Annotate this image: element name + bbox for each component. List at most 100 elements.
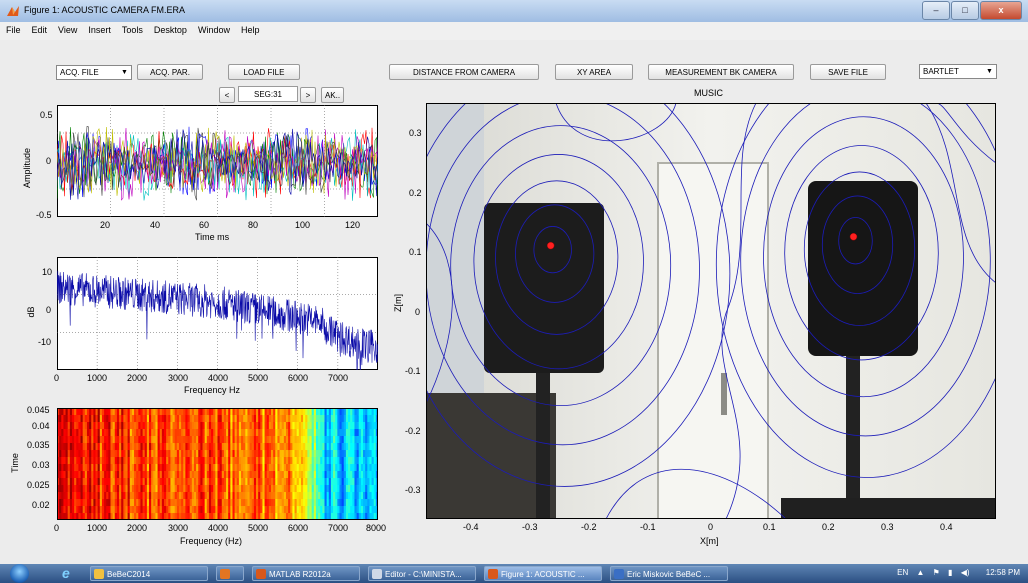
spec-xtick-3: 2000: [127, 373, 148, 383]
taskbar-item-editor[interactable]: Editor - C:\MINISTA...: [368, 566, 476, 581]
taskbar-item-bebec2014[interactable]: BeBeC2014: [90, 566, 208, 581]
spec-xtick-6: 5000: [248, 373, 269, 383]
media-icon: [220, 569, 230, 579]
menu-tools[interactable]: Tools: [116, 22, 148, 35]
minimize-button[interactable]: –: [922, 1, 950, 20]
taskbar-label: Eric Miskovic BeBeC ...: [627, 570, 711, 579]
method-select[interactable]: BARTLET ▼: [919, 64, 997, 79]
spec-xtick-5: 4000: [208, 373, 229, 383]
spec-xtick-2: 1000: [87, 373, 108, 383]
map-xtick-4: -0.1: [640, 522, 656, 532]
spectrogram-plot[interactable]: [57, 408, 378, 520]
system-tray: EN ▲ ⚑ ▮ ◀) 12:58 PM: [897, 568, 1020, 577]
sg-xtick-3: 2000: [127, 523, 148, 533]
measurement-bk-camera-button[interactable]: MEASUREMENT BK CAMERA: [648, 64, 794, 80]
amp-ylabel: Amplitude: [22, 147, 32, 189]
map-ytick-2: 0.2: [409, 188, 422, 198]
acoustic-map-plot[interactable]: [426, 103, 996, 519]
speaker-stand-left: [536, 373, 550, 519]
map-xtick-1: -0.4: [463, 522, 479, 532]
taskbar-item-media[interactable]: [216, 566, 244, 581]
sg-xlabel: Frequency (Hz): [180, 536, 243, 546]
amp-xtick-5: 100: [295, 220, 311, 230]
amp-xtick-1: 20: [100, 220, 111, 230]
segment-field[interactable]: SEG:31: [238, 86, 298, 102]
door-handle: [721, 373, 727, 415]
ak-button[interactable]: AK..: [321, 87, 344, 103]
distance-from-camera-button[interactable]: DISTANCE FROM CAMERA: [389, 64, 539, 80]
cable-box: [781, 498, 996, 519]
matlab-icon: [7, 6, 19, 16]
taskbar-label: BeBeC2014: [107, 570, 151, 579]
taskbar-label: MATLAB R2012a: [269, 570, 331, 579]
volume-icon[interactable]: ◀): [961, 568, 970, 577]
editor-icon: [372, 569, 382, 579]
map-xtick-6: 0.1: [763, 522, 776, 532]
acq-file-select[interactable]: ACQ. FILE ▼: [56, 65, 132, 80]
map-xtick-7: 0.2: [822, 522, 835, 532]
spectrum-plot[interactable]: [57, 257, 378, 370]
save-file-button[interactable]: SAVE FILE: [810, 64, 886, 80]
map-ytick-1: 0.3: [409, 128, 422, 138]
chevron-up-icon[interactable]: ▲: [916, 568, 924, 577]
amp-xtick-4: 80: [248, 220, 259, 230]
map-xtick-5: 0: [708, 522, 714, 532]
sg-ytick-2: 0.04: [32, 421, 50, 431]
spec-xtick-4: 3000: [168, 373, 189, 383]
sg-xtick-9: 8000: [366, 523, 387, 533]
signal-icon[interactable]: ▮: [948, 568, 952, 577]
menu-view[interactable]: View: [52, 22, 82, 35]
speaker-left: [484, 203, 604, 373]
sg-xtick-8: 7000: [328, 523, 349, 533]
taskbar-label: Editor - C:\MINISTA...: [385, 570, 462, 579]
taskbar-item-matlab[interactable]: MATLAB R2012a: [252, 566, 360, 581]
language-indicator[interactable]: EN: [897, 568, 908, 577]
menu-insert[interactable]: Insert: [82, 22, 116, 35]
prev-segment-button[interactable]: <: [219, 87, 235, 103]
load-file-button[interactable]: LOAD FILE: [228, 64, 300, 80]
menu-edit[interactable]: Edit: [26, 22, 53, 35]
taskbar-label: Figure 1: ACOUSTIC ...: [501, 570, 585, 579]
sg-xtick-2: 1000: [87, 523, 108, 533]
amp-xtick-3: 60: [199, 220, 210, 230]
menu-bar: File Edit View Insert Tools Desktop Window Help: [0, 22, 1028, 40]
matlab-icon: [256, 569, 266, 579]
map-xtick-8: 0.3: [881, 522, 894, 532]
word-icon: [614, 569, 624, 579]
sg-ytick-1: 0.045: [27, 405, 50, 415]
sg-xtick-4: 3000: [168, 523, 189, 533]
speaker-right: [808, 181, 918, 356]
music-title: MUSIC: [694, 88, 723, 98]
start-button[interactable]: [10, 564, 29, 583]
window-titlebar: Figure 1: ACOUSTIC CAMERA FM.ERA – □ x: [0, 0, 1028, 23]
amp-xtick-2: 40: [150, 220, 161, 230]
xy-area-button[interactable]: XY AREA: [555, 64, 633, 80]
close-button[interactable]: x: [980, 1, 1022, 20]
next-segment-button[interactable]: >: [300, 87, 316, 103]
map-ytick-7: -0.3: [405, 485, 421, 495]
plot-frame: [57, 257, 378, 370]
ie-icon[interactable]: e: [62, 566, 76, 580]
amp-ytick-1: 0.5: [40, 110, 53, 120]
map-ylabel: Z[m]: [393, 294, 403, 312]
amplitude-plot[interactable]: [57, 105, 378, 217]
matlab-icon: [488, 569, 498, 579]
taskbar-item-word[interactable]: Eric Miskovic BeBeC ...: [610, 566, 728, 581]
acq-par-button[interactable]: ACQ. PAR.: [137, 64, 203, 80]
sg-ytick-3: 0.035: [27, 440, 50, 450]
menu-window[interactable]: Window: [192, 22, 235, 35]
figure-area: ACQ. FILE ▼ ACQ. PAR. LOAD FILE < SEG:31…: [0, 40, 1028, 564]
amp-xlabel: Time ms: [195, 232, 230, 242]
clock[interactable]: 12:58 PM: [986, 568, 1020, 577]
flag-icon[interactable]: ⚑: [933, 568, 940, 577]
map-xtick-2: -0.3: [522, 522, 538, 532]
method-value: BARTLET: [923, 67, 959, 76]
menu-desktop[interactable]: Desktop: [148, 22, 192, 35]
maximize-button[interactable]: □: [951, 1, 979, 20]
taskbar-item-figure1[interactable]: Figure 1: ACOUSTIC ...: [484, 566, 602, 581]
menu-file[interactable]: File: [0, 22, 26, 35]
taskbar: e BeBeC2014 MATLAB R2012a Editor - C:\MI…: [0, 564, 1028, 583]
spec-xtick-8: 7000: [328, 373, 349, 383]
spec-xlabel: Frequency Hz: [184, 385, 241, 395]
menu-help[interactable]: Help: [235, 22, 265, 35]
